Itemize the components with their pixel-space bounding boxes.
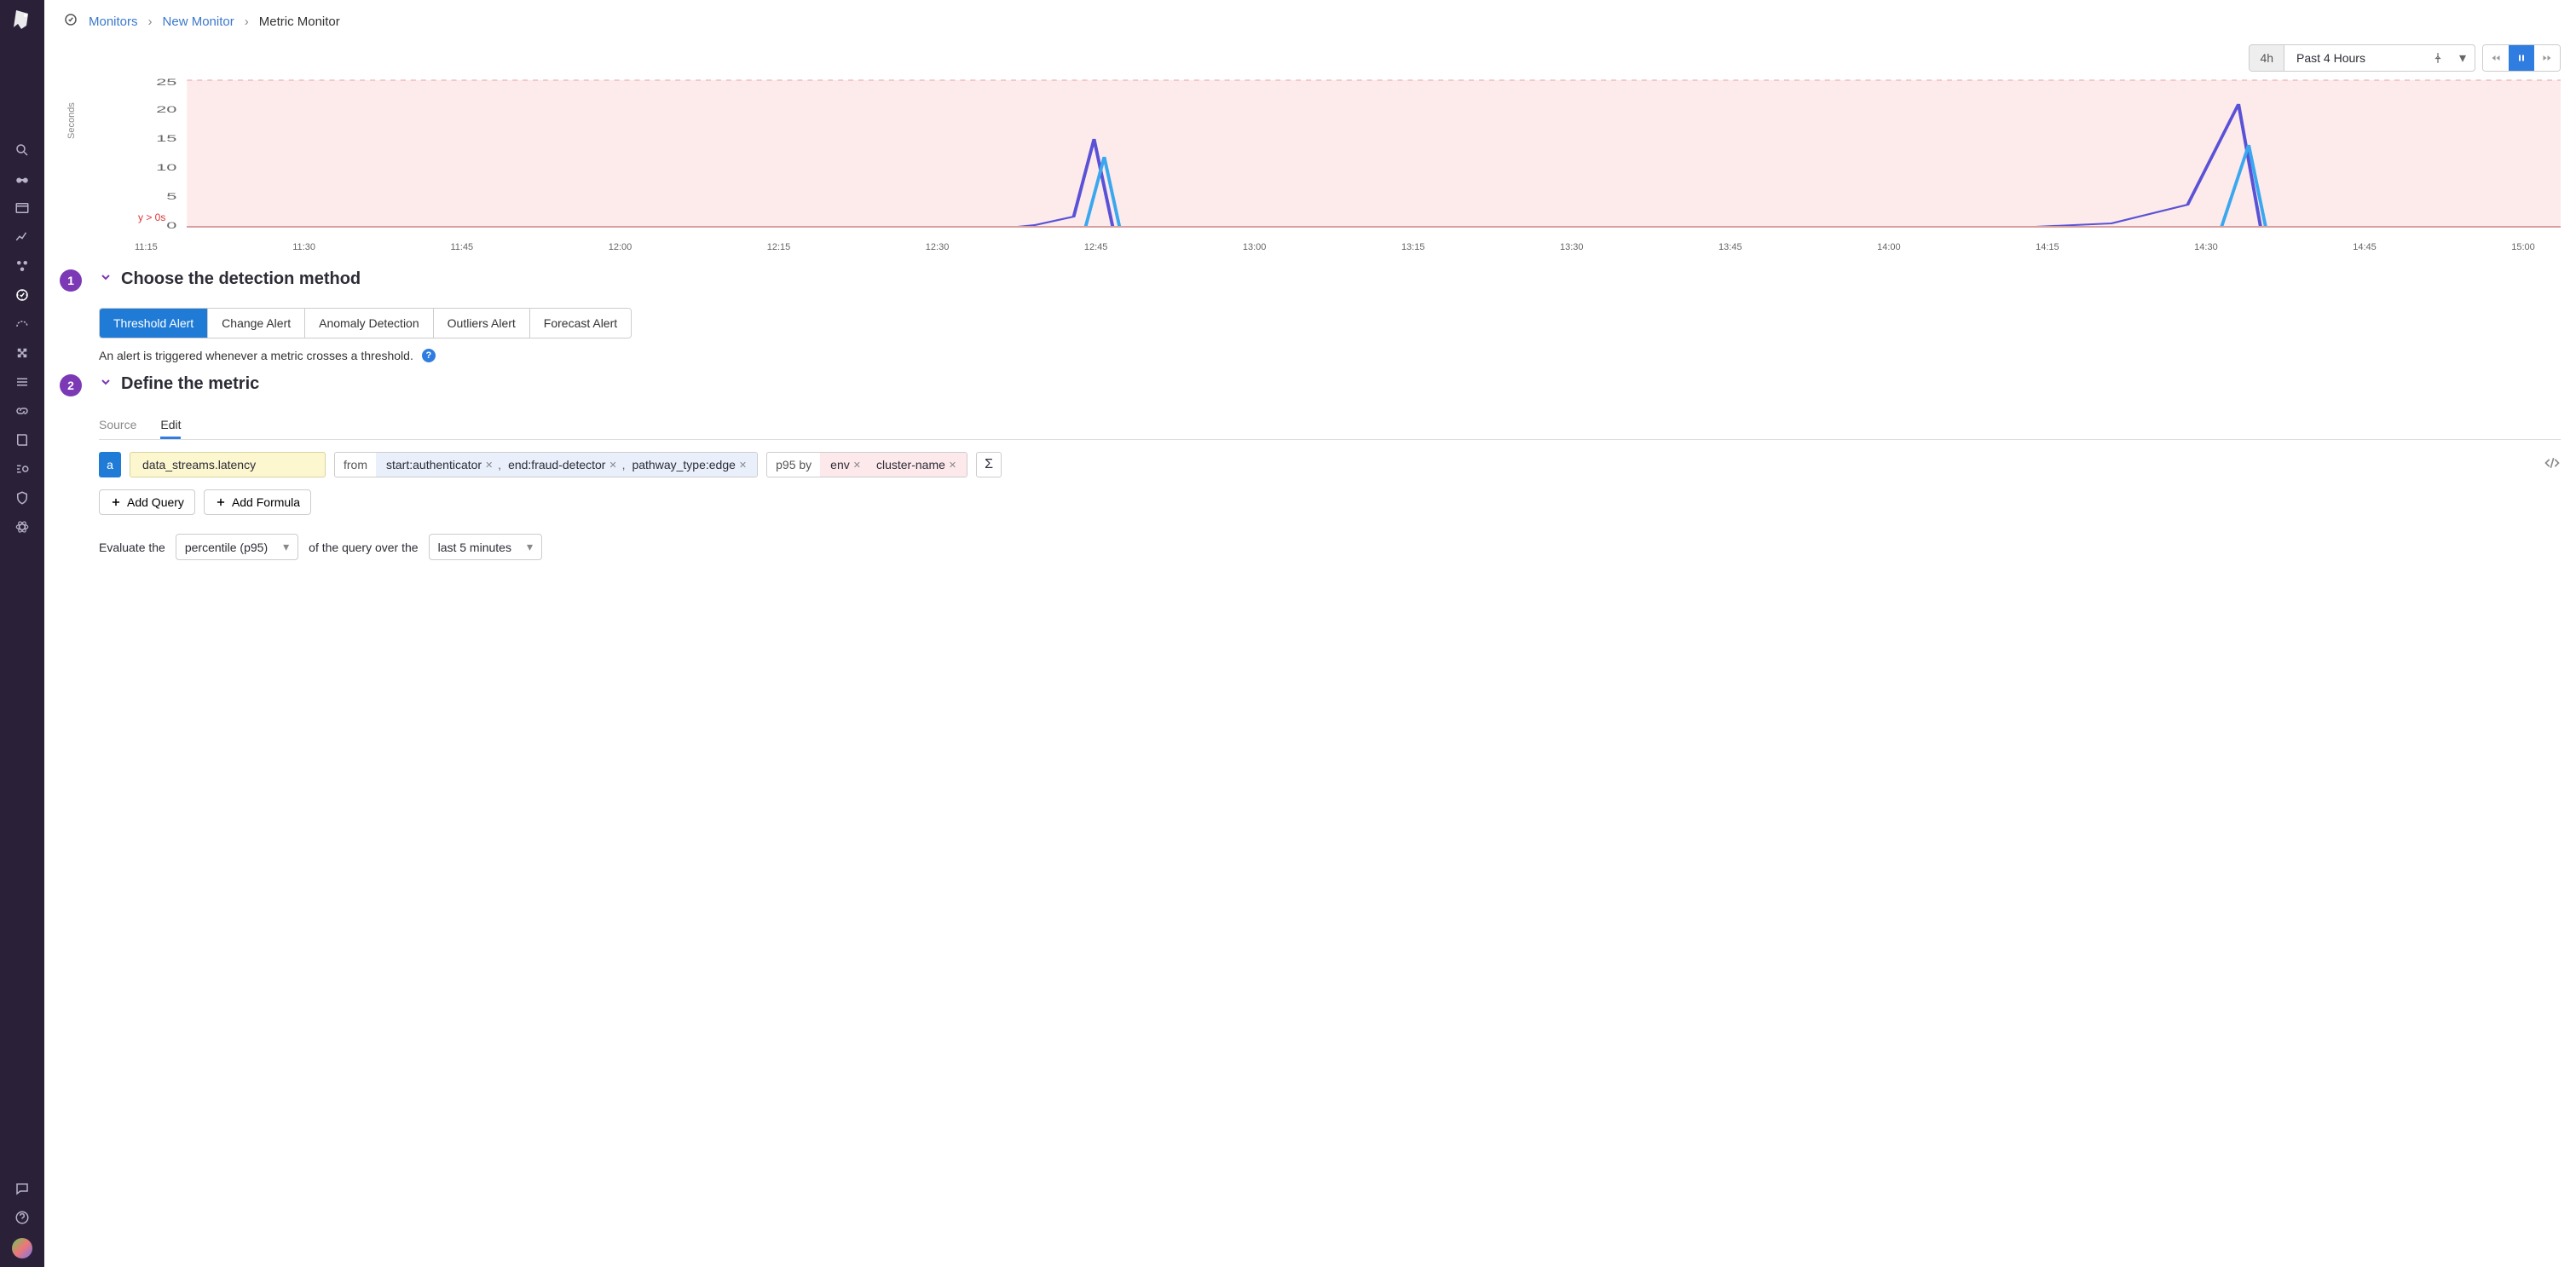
add-query-button[interactable]: Add Query xyxy=(99,489,195,515)
binoculars-icon[interactable] xyxy=(14,171,31,188)
subtab-edit[interactable]: Edit xyxy=(160,413,181,439)
detection-help-text: An alert is triggered whenever a metric … xyxy=(99,349,413,362)
cog-flow-icon[interactable] xyxy=(14,460,31,477)
datadog-logo-icon[interactable] xyxy=(9,5,36,32)
from-chip: end:fraud-detector✕ , xyxy=(505,458,628,472)
window-select[interactable]: last 5 minutes▾ xyxy=(429,534,542,560)
svg-text:25: 25 xyxy=(156,77,176,88)
help-icon[interactable] xyxy=(14,1209,31,1226)
gauge-icon[interactable] xyxy=(14,315,31,333)
groupby-filter[interactable]: p95 by env✕ cluster-name✕ xyxy=(766,452,967,477)
aggregation-button[interactable]: Σ xyxy=(976,452,1002,477)
detection-method-tabs: Threshold Alert Change Alert Anomaly Det… xyxy=(99,308,632,338)
remove-chip-icon[interactable]: ✕ xyxy=(853,460,861,471)
chat-icon[interactable] xyxy=(14,1180,31,1197)
chevron-right-icon: › xyxy=(148,14,153,29)
timerange-preset[interactable]: 4h xyxy=(2250,45,2284,71)
step-badge-1: 1 xyxy=(60,269,82,292)
query-row: a data_streams.latency from start:authen… xyxy=(99,452,2561,477)
remove-chip-icon[interactable]: ✕ xyxy=(609,460,616,471)
help-circle-icon[interactable]: ? xyxy=(422,349,436,362)
code-toggle-icon[interactable] xyxy=(2544,454,2561,476)
left-nav xyxy=(0,0,44,1267)
from-chip: start:authenticator✕ , xyxy=(383,458,505,472)
from-filter[interactable]: from start:authenticator✕ , end:fraud-de… xyxy=(334,452,758,477)
chevron-down-icon[interactable] xyxy=(99,374,113,394)
breadcrumb: Monitors › New Monitor › Metric Monitor xyxy=(60,9,2561,44)
forward-button[interactable] xyxy=(2534,45,2560,71)
groupby-chip: cluster-name✕ xyxy=(873,458,960,472)
tab-outliers-alert[interactable]: Outliers Alert xyxy=(434,309,530,338)
evaluate-prefix: Evaluate the xyxy=(99,541,165,554)
playback-controls xyxy=(2482,44,2561,72)
dashboard-icon[interactable] xyxy=(14,200,31,217)
chart-ylabel: Seconds xyxy=(66,102,77,139)
timerange-picker[interactable]: 4h Past 4 Hours ▾ xyxy=(2249,44,2475,72)
query-badge[interactable]: a xyxy=(99,452,121,477)
link-icon[interactable] xyxy=(14,402,31,419)
from-label: from xyxy=(335,458,376,472)
pin-icon[interactable] xyxy=(2425,52,2451,64)
chart-xticks: 11:1511:3011:4512:0012:1512:3012:4513:00… xyxy=(85,239,2561,252)
chevron-down-icon[interactable] xyxy=(99,269,113,289)
threshold-label: y > 0s xyxy=(138,211,165,223)
metric-input[interactable]: data_streams.latency xyxy=(130,452,326,477)
evaluate-row: Evaluate the percentile (p95)▾ of the qu… xyxy=(99,534,2561,560)
step-badge-2: 2 xyxy=(60,374,82,396)
svg-text:15: 15 xyxy=(156,133,176,144)
preview-chart: Seconds 0510152025 y > 0s 11:1511:3011:4… xyxy=(85,77,2561,252)
puzzle-icon[interactable] xyxy=(14,344,31,362)
step1-title: Choose the detection method xyxy=(121,269,361,289)
tab-anomaly-detection[interactable]: Anomaly Detection xyxy=(305,309,434,338)
aggregation-select[interactable]: percentile (p95)▾ xyxy=(176,534,298,560)
step2-title: Define the metric xyxy=(121,374,259,394)
search-icon[interactable] xyxy=(14,142,31,159)
tab-change-alert[interactable]: Change Alert xyxy=(208,309,305,338)
remove-chip-icon[interactable]: ✕ xyxy=(485,460,493,471)
from-chip: pathway_type:edge✕ xyxy=(628,458,750,472)
groupby-label: p95 by xyxy=(767,458,820,472)
tab-forecast-alert[interactable]: Forecast Alert xyxy=(530,309,631,338)
remove-chip-icon[interactable]: ✕ xyxy=(739,460,747,471)
breadcrumb-new-monitor[interactable]: New Monitor xyxy=(163,14,234,29)
rewind-button[interactable] xyxy=(2483,45,2509,71)
book-icon[interactable] xyxy=(14,431,31,448)
nodes-icon[interactable] xyxy=(14,257,31,275)
atom-icon[interactable] xyxy=(14,518,31,535)
remove-chip-icon[interactable]: ✕ xyxy=(949,460,956,471)
chevron-right-icon: › xyxy=(245,14,249,29)
subtab-source[interactable]: Source xyxy=(99,413,136,439)
monitor-target-icon xyxy=(63,12,78,31)
breadcrumb-monitors[interactable]: Monitors xyxy=(89,14,138,29)
svg-text:0: 0 xyxy=(166,220,176,231)
metric-subtabs: Source Edit xyxy=(99,413,2561,440)
svg-text:10: 10 xyxy=(156,162,176,173)
tab-threshold-alert[interactable]: Threshold Alert xyxy=(100,309,208,338)
chevron-down-icon[interactable]: ▾ xyxy=(2451,49,2475,67)
monitor-target-icon[interactable] xyxy=(14,286,31,304)
list-icon[interactable] xyxy=(14,373,31,391)
graph-icon[interactable] xyxy=(14,229,31,246)
add-formula-button[interactable]: Add Formula xyxy=(204,489,311,515)
pause-button[interactable] xyxy=(2509,45,2534,71)
svg-text:5: 5 xyxy=(166,191,176,202)
evaluate-middle: of the query over the xyxy=(309,541,418,554)
timerange-label: Past 4 Hours xyxy=(2284,51,2425,65)
groupby-chip: env✕ xyxy=(827,458,864,472)
svg-text:20: 20 xyxy=(156,104,176,115)
user-avatar[interactable] xyxy=(12,1238,32,1258)
shield-icon[interactable] xyxy=(14,489,31,506)
breadcrumb-current: Metric Monitor xyxy=(259,14,340,29)
